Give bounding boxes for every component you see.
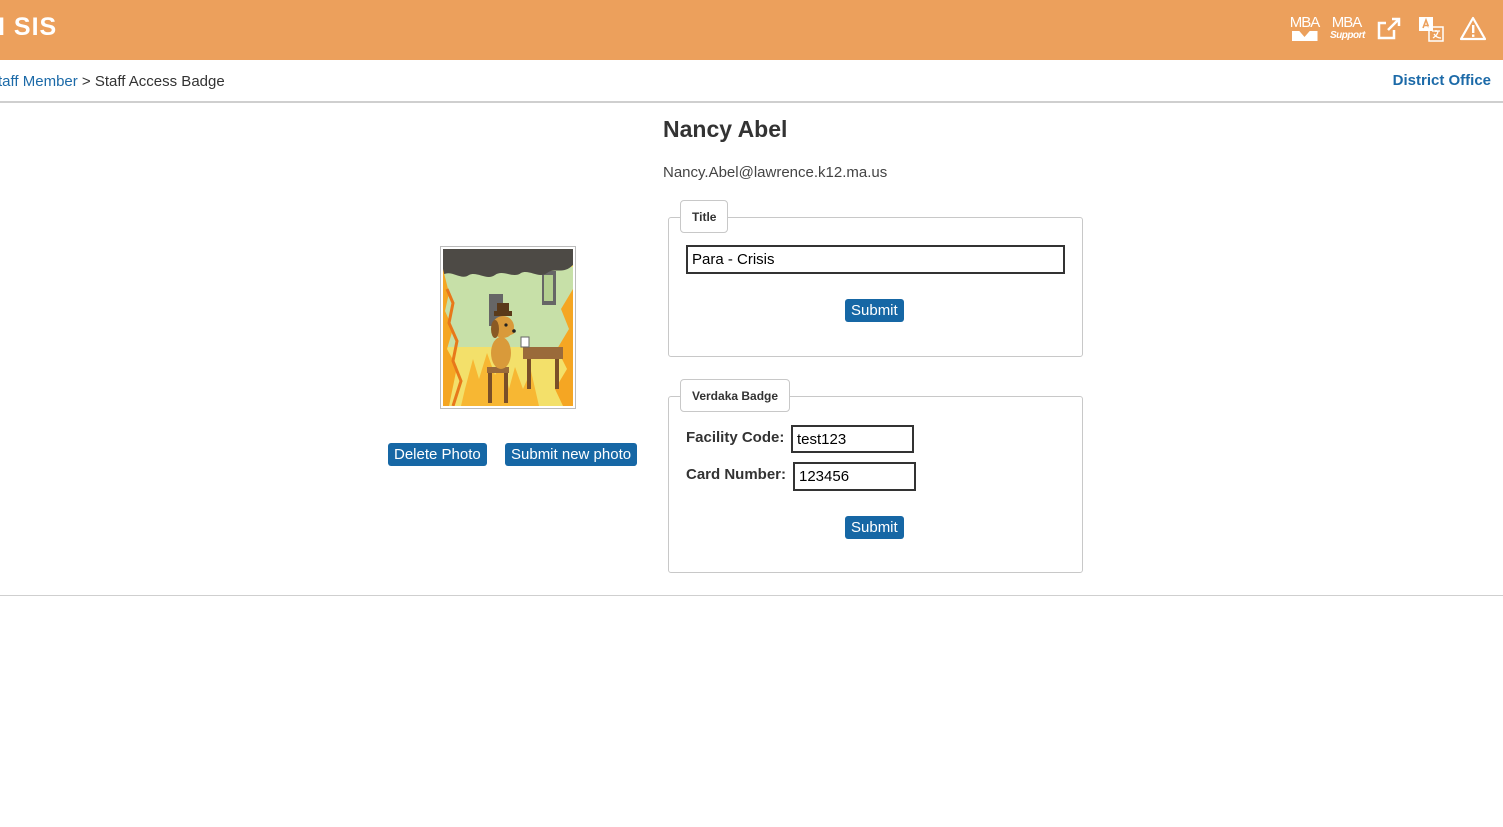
- translate-icon[interactable]: [1414, 12, 1447, 46]
- breadcrumb-link-staff-member[interactable]: taff Member: [0, 73, 78, 90]
- title-legend: Title: [680, 200, 729, 233]
- district-office-link[interactable]: District Office: [1393, 72, 1491, 89]
- warning-icon[interactable]: [1456, 12, 1489, 46]
- mba-download-label: MBA: [1289, 14, 1321, 31]
- staff-email: Nancy.Abel@lawrence.k12.ma.us: [663, 164, 888, 181]
- staff-photo-image: [443, 249, 573, 406]
- breadcrumb: taff Member > Staff Access Badge: [0, 73, 225, 90]
- title-submit-button[interactable]: Submit: [845, 299, 904, 322]
- staff-photo: [440, 246, 576, 409]
- card-number-label: Card Number:: [686, 466, 787, 483]
- top-icon-group: MBA MBA Support: [1288, 12, 1489, 46]
- card-number-input[interactable]: [793, 462, 916, 491]
- staff-name: Nancy Abel: [663, 116, 788, 142]
- facility-code-input[interactable]: [791, 425, 914, 453]
- mba-download-icon[interactable]: MBA: [1288, 12, 1321, 46]
- title-input[interactable]: [686, 245, 1065, 274]
- mba-support-label: MBA: [1331, 14, 1363, 31]
- badge-legend: Verdaka Badge: [680, 379, 791, 412]
- app-title[interactable]: I SIS: [0, 13, 57, 42]
- facility-code-label: Facility Code:: [686, 429, 785, 446]
- delete-photo-button[interactable]: Delete Photo: [388, 443, 487, 466]
- badge-submit-button[interactable]: Submit: [845, 516, 904, 539]
- mba-support-icon[interactable]: MBA Support: [1330, 12, 1365, 46]
- bottom-divider: [0, 595, 1503, 596]
- external-link-icon[interactable]: [1372, 12, 1405, 46]
- mba-support-sublabel: Support: [1330, 30, 1365, 41]
- title-fieldset: [668, 217, 1083, 357]
- download-tray-glyph: [1291, 31, 1318, 41]
- breadcrumb-separator: >: [77, 73, 95, 90]
- breadcrumb-bar: taff Member > Staff Access Badge Distric…: [0, 60, 1503, 103]
- submit-new-photo-button[interactable]: Submit new photo: [505, 443, 638, 466]
- breadcrumb-current: Staff Access Badge: [94, 73, 225, 90]
- top-bar: I SIS MBA MBA Support: [0, 0, 1503, 60]
